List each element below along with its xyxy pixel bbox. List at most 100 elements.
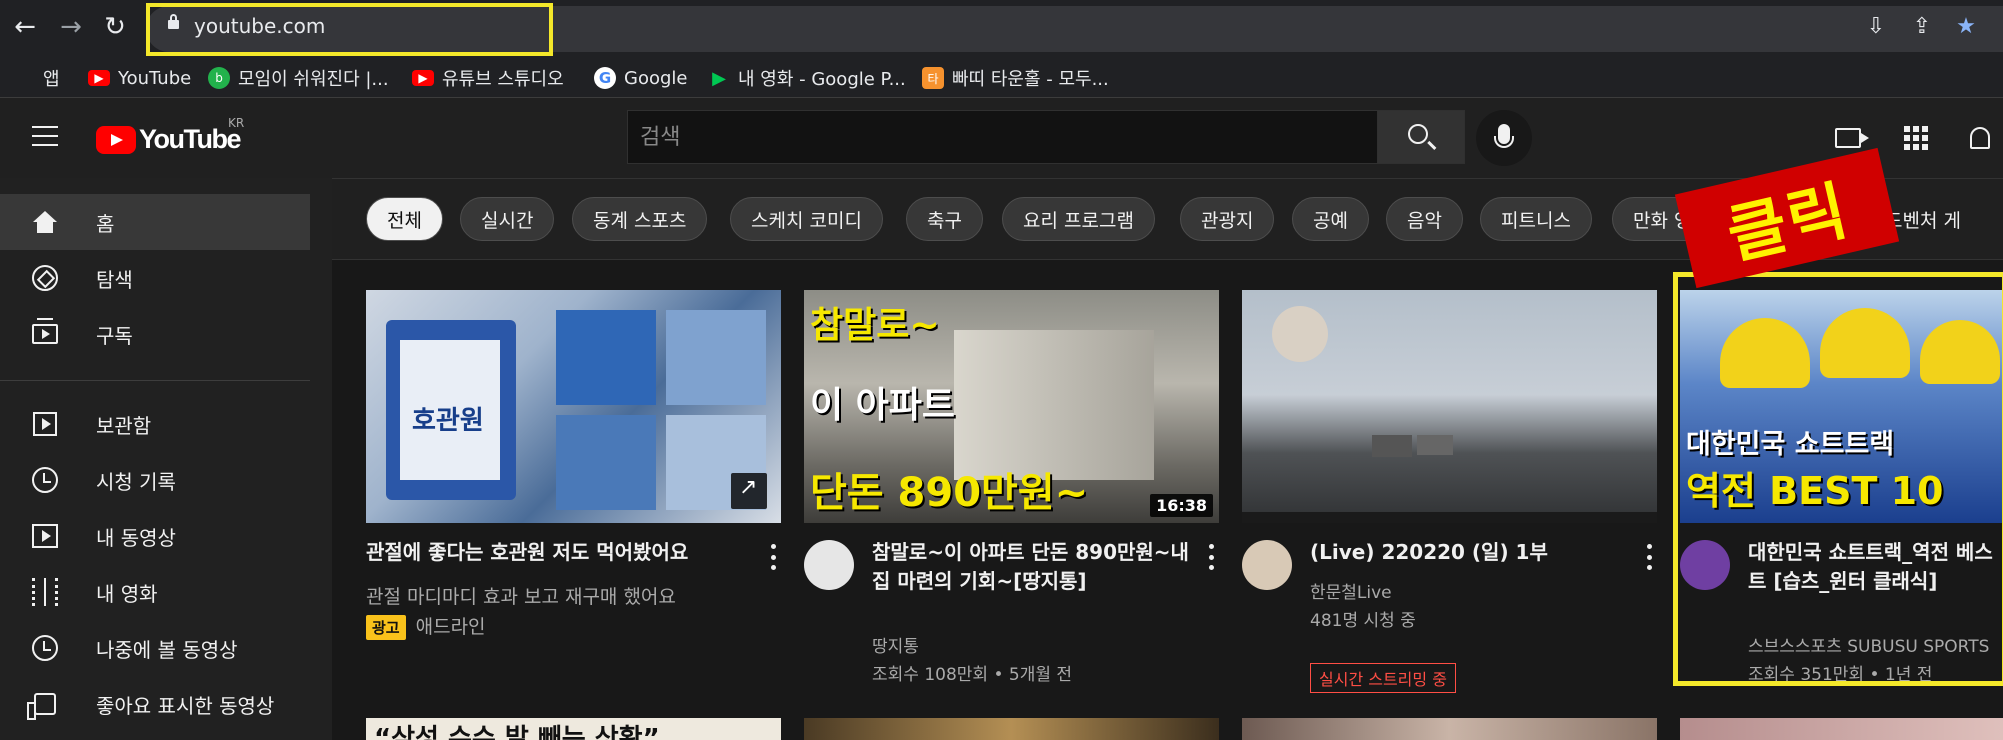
thumbnail-text: 이 아파트 <box>810 385 956 426</box>
bookmark-label: 모임이 쉬워진다 |... <box>238 69 389 90</box>
chip[interactable]: 관광지 <box>1180 197 1275 241</box>
video-description: 관절 마디마디 효과 보고 재구매 했어요 <box>366 586 676 608</box>
bookmark-parti[interactable]: 타 빠띠 타운홀 - 모두... <box>922 64 1109 92</box>
chip-all[interactable]: 전체 <box>366 197 443 241</box>
channel-avatar[interactable] <box>1242 540 1292 590</box>
bookmark-youtube[interactable]: ▶ YouTube <box>88 64 191 92</box>
external-link-icon[interactable] <box>731 473 767 509</box>
video-thumbnail[interactable] <box>804 718 1219 740</box>
history-icon <box>30 465 60 495</box>
menu-icon[interactable] <box>32 126 58 146</box>
sidebar-item-label: 홈 <box>96 211 115 236</box>
bookmark-youtube-studio[interactable]: ▶ 유튜브 스튜디오 <box>412 64 564 92</box>
thumbnail-text: 단돈 890만원~ <box>810 470 1089 516</box>
search-input[interactable] <box>628 111 1378 163</box>
video-card[interactable]: 참말로~ 이 아파트 단돈 890만원~ 16:38 참말로~이 아파트 단돈 … <box>804 290 1219 685</box>
chip[interactable]: 요리 프로그램 <box>1002 197 1155 241</box>
youtube-icon: ▶ <box>88 70 110 86</box>
sidebar-item-my-videos[interactable]: 내 동영상 <box>0 508 310 564</box>
sidebar-item-watch-later[interactable]: 나중에 볼 동영상 <box>0 620 310 676</box>
sidebar-item-label: 나중에 볼 동영상 <box>96 637 238 662</box>
channel-avatar[interactable] <box>804 540 854 590</box>
chip[interactable]: 공예 <box>1292 197 1369 241</box>
movies-icon <box>30 577 60 607</box>
more-options-icon[interactable] <box>1207 544 1215 570</box>
watch-later-icon <box>30 633 60 663</box>
apps-icon[interactable] <box>1898 120 1934 156</box>
sidebar-item-library[interactable]: 보관함 <box>0 396 310 452</box>
install-app-icon[interactable]: ⇩ <box>1862 14 1890 42</box>
sidebar-item-home[interactable]: 홈 <box>0 194 310 250</box>
notifications-bell-icon[interactable] <box>1962 120 1998 156</box>
chip[interactable]: 실시간 <box>460 197 555 241</box>
bookmark-label: Google <box>624 67 688 89</box>
highlight-box <box>1673 272 2003 686</box>
video-card-ad[interactable]: 호관원 관절에 좋다는 호관원 저도 먹어봤어요 관절 마디마디 효과 보고 재… <box>366 290 781 640</box>
bookmark-star-icon[interactable]: ★ <box>1952 14 1980 42</box>
country-code: KR <box>228 116 245 130</box>
youtube-masthead: YouTube KR <box>0 98 2003 178</box>
video-thumbnail[interactable]: 호관원 <box>366 290 781 523</box>
chip[interactable]: 음악 <box>1386 197 1463 241</box>
more-options-icon[interactable] <box>769 544 777 570</box>
video-stats: 조회수 108만회 • 5개월 전 <box>872 665 1073 685</box>
sidebar-item-label: 시청 기록 <box>96 469 176 494</box>
bookmark-band[interactable]: b 모임이 쉬워진다 |... <box>208 64 389 92</box>
channel-name[interactable]: 애드라인 <box>416 616 486 638</box>
bookmarks-bar: 앱 ▶ YouTube b 모임이 쉬워진다 |... ▶ 유튜브 스튜디오 G… <box>0 58 2003 98</box>
voice-search-button[interactable] <box>1476 110 1532 166</box>
bookmark-apps[interactable]: 앱 <box>16 64 60 92</box>
more-options-icon[interactable] <box>1645 544 1653 570</box>
video-title[interactable]: (Live) 220220 (일) 1부 <box>1310 538 1650 567</box>
bookmark-label: 유튜브 스튜디오 <box>442 69 564 90</box>
sidebar-item-liked-videos[interactable]: 좋아요 표시한 동영상 <box>0 676 310 732</box>
apps-grid-icon <box>16 69 35 88</box>
reload-icon[interactable]: ↻ <box>100 12 130 42</box>
search-button[interactable] <box>1377 110 1465 164</box>
video-thumbnail[interactable]: “삼성 슈슈 발 빼는 상황” <box>366 718 781 740</box>
bookmark-google[interactable]: G Google <box>594 64 687 92</box>
channel-name[interactable]: 한문철Live <box>1310 578 1392 603</box>
video-thumbnail[interactable] <box>1242 718 1657 740</box>
share-icon[interactable]: ⇪ <box>1908 14 1936 42</box>
subscriptions-icon <box>30 318 60 349</box>
compass-icon <box>30 263 60 293</box>
video-title[interactable]: 참말로~이 아파트 단돈 890만원~내 집 마련의 기회~[땅지통] <box>872 538 1212 596</box>
my-videos-icon <box>30 521 60 551</box>
chip[interactable]: 피트니스 <box>1480 197 1592 241</box>
video-title[interactable]: 관절에 좋다는 호관원 저도 먹어봤어요 <box>366 538 736 567</box>
sidebar-item-history[interactable]: 시청 기록 <box>0 452 310 508</box>
ad-badge: 광고 <box>366 615 406 640</box>
video-thumbnail[interactable] <box>1680 718 2003 740</box>
sidebar-item-movies[interactable]: 내 영화 <box>0 564 310 620</box>
channel-name[interactable]: 땅지통 <box>872 632 919 657</box>
sidebar-item-label: 내 동영상 <box>96 525 176 550</box>
google-play-icon: ▶ <box>712 67 726 89</box>
url-highlight-box <box>146 3 553 56</box>
bookmark-google-play[interactable]: ▶ 내 영화 - Google P... <box>708 64 906 92</box>
browser-toolbar: ← → ↻ youtube.com ⇩ ⇪ ★ <box>0 0 2003 58</box>
bookmark-label: 앱 <box>43 69 60 90</box>
thumbnail-text: 호관원 <box>412 406 484 436</box>
video-card-live[interactable]: (Live) 220220 (일) 1부 한문철Live 481명 시청 중 실… <box>1242 290 1657 693</box>
sidebar-item-subscriptions[interactable]: 구독 <box>0 306 310 362</box>
sidebar-item-explore[interactable]: 탐색 <box>0 250 310 306</box>
thumbnail-text: “삼성 슈슈 발 빼는 상황” <box>374 724 660 740</box>
sidebar: 홈 탐색 구독 보관함 시청 기록 내 동영상 내 영화 나중에 볼 동영상 좋… <box>0 178 332 740</box>
back-icon[interactable]: ← <box>10 12 40 42</box>
sidebar-item-label: 내 영화 <box>96 581 158 606</box>
forward-icon[interactable]: → <box>56 12 86 42</box>
chip[interactable]: 축구 <box>906 197 983 241</box>
youtube-logo[interactable]: YouTube <box>96 124 241 155</box>
chip[interactable]: 스케치 코미디 <box>730 197 883 241</box>
chip[interactable]: 동계 스포츠 <box>572 197 708 241</box>
microphone-icon <box>1494 124 1514 148</box>
band-icon: b <box>208 67 230 89</box>
thumbnail-text: 참말로~ <box>810 305 940 346</box>
bookmark-label: 빠띠 타운홀 - 모두... <box>952 69 1109 90</box>
youtube-play-icon <box>96 125 136 154</box>
live-badge: 실시간 스트리밍 중 <box>1310 663 1456 693</box>
video-thumbnail[interactable]: 참말로~ 이 아파트 단돈 890만원~ 16:38 <box>804 290 1219 523</box>
video-thumbnail[interactable] <box>1242 290 1657 523</box>
sidebar-item-label: 보관함 <box>96 413 152 438</box>
